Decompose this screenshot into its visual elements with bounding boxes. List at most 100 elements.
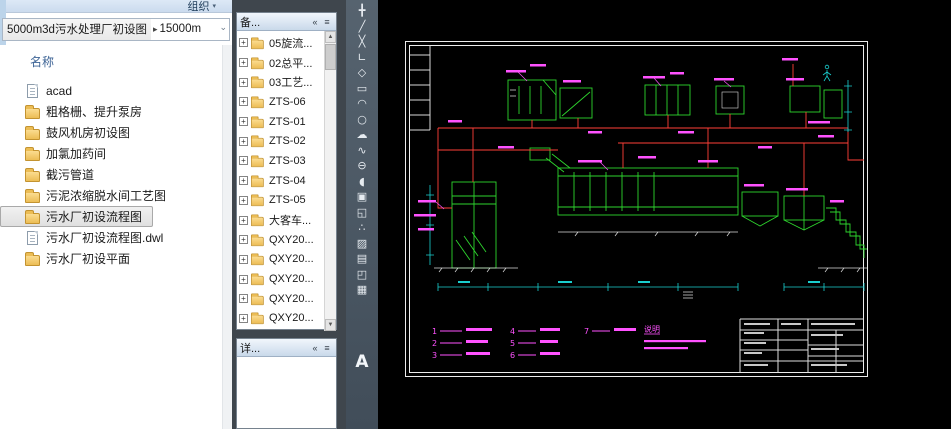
collapse-icon[interactable]: «	[309, 343, 321, 353]
palette-title: 备...	[240, 14, 309, 30]
expand-plus-icon[interactable]: +	[239, 97, 248, 106]
palette-item-label: 大客车...	[269, 212, 311, 228]
folder-icon	[251, 276, 264, 285]
file-name: 污水厂初设流程图.dwl	[46, 229, 163, 246]
table-tool[interactable]: ▦	[348, 282, 376, 298]
spline-tool[interactable]: ∿	[348, 143, 376, 159]
palette-item-label: QXY20...	[269, 253, 314, 265]
expand-plus-icon[interactable]: +	[239, 314, 248, 323]
palette-tree-item[interactable]: + ZTS-05	[239, 191, 322, 211]
expand-plus-icon[interactable]: +	[239, 38, 248, 47]
legend-number: 5	[510, 339, 515, 348]
file-row[interactable]: 污泥浓缩脱水间工艺图	[0, 185, 177, 206]
folder-icon	[251, 296, 264, 305]
expand-plus-icon[interactable]: +	[239, 58, 248, 67]
ground-lines	[434, 90, 867, 298]
region-tool[interactable]: ◰	[348, 267, 376, 283]
palette-tree-item[interactable]: + 大客车...	[239, 210, 322, 230]
palette-item-label: 03工艺...	[269, 74, 312, 90]
palette-tree-item[interactable]: + 05旋流...	[239, 33, 322, 53]
palette-tree-item[interactable]: + QXY20...	[239, 230, 322, 250]
ellipse-tool[interactable]: ⊖	[348, 158, 376, 174]
file-row[interactable]: 截污管道	[0, 164, 105, 185]
palette-tree-item[interactable]: + ZTS-03	[239, 151, 322, 171]
palette-item-label: QXY20...	[269, 234, 314, 246]
file-row[interactable]: 鼓风机房初设图	[0, 122, 141, 143]
expand-plus-icon[interactable]: +	[239, 235, 248, 244]
scrollbar-thumb[interactable]	[325, 44, 336, 70]
expand-plus-icon[interactable]: +	[239, 294, 248, 303]
drawing-canvas[interactable]: 1 2 3 4 5 6 7 说明	[378, 0, 951, 429]
expand-plus-icon[interactable]: +	[239, 216, 248, 225]
file-row[interactable]: 污水厂初设流程图	[0, 206, 153, 227]
revision-cloud-tool[interactable]: ☁	[348, 127, 376, 143]
move-tool[interactable]: ╋	[348, 3, 376, 19]
palette-tree-item[interactable]: + ZTS-01	[239, 112, 322, 132]
file-row[interactable]: 污水厂初设流程图.dwl	[0, 227, 174, 248]
make-block-tool[interactable]: ◱	[348, 205, 376, 221]
point-tool[interactable]: ∴	[348, 220, 376, 236]
mtext-tool[interactable]: A	[348, 350, 376, 376]
scroll-up-icon[interactable]: ▲	[325, 31, 336, 43]
expand-plus-icon[interactable]: +	[239, 78, 248, 87]
file-name: 加氯加药间	[46, 145, 106, 162]
polygon-tool[interactable]: ◇	[348, 65, 376, 81]
palette-tree-item[interactable]: + ZTS-06	[239, 92, 322, 112]
expand-plus-icon[interactable]: +	[239, 196, 248, 205]
palette-item-label: ZTS-04	[269, 175, 306, 187]
line-tool[interactable]: ╱	[348, 19, 376, 35]
folder-icon	[25, 129, 40, 140]
palette-tree-item[interactable]: + QXY20...	[239, 269, 322, 289]
collapse-icon[interactable]: «	[309, 17, 321, 27]
palette-tree-item[interactable]: + QXY20...	[239, 250, 322, 270]
circle-tool[interactable]: ○	[348, 112, 376, 128]
column-header-name[interactable]: 名称	[0, 45, 232, 80]
expand-plus-icon[interactable]: +	[239, 176, 248, 185]
arc-tool[interactable]: ◠	[348, 96, 376, 112]
menu-icon[interactable]: ≡	[321, 17, 333, 27]
palette-tree-item[interactable]: + ZTS-04	[239, 171, 322, 191]
organize-button[interactable]: 组织 ▾	[187, 0, 216, 14]
folder-icon	[251, 315, 264, 324]
breadcrumb[interactable]: 5000m3d污水处理厂初设图 ▸ 15000m ⌄	[2, 18, 230, 41]
palette-tree-item[interactable]: + 03工艺...	[239, 72, 322, 92]
folder-icon	[251, 217, 264, 226]
file-row[interactable]: 加氯加药间	[0, 143, 117, 164]
expand-plus-icon[interactable]: +	[239, 156, 248, 165]
folder-icon	[251, 138, 264, 147]
expand-plus-icon[interactable]: +	[239, 137, 248, 146]
expand-plus-icon[interactable]: +	[239, 255, 248, 264]
construction-line-tool[interactable]: ╳	[348, 34, 376, 50]
breadcrumb-separator-icon: ▸	[151, 24, 160, 35]
file-row[interactable]: acad	[0, 80, 83, 101]
palette-scrollbar[interactable]: ▲ ▼	[324, 31, 336, 331]
palette-tree-item[interactable]: + QXY20...	[239, 309, 322, 329]
file-name: 粗格栅、提升泵房	[46, 103, 142, 120]
revision-table	[410, 46, 431, 131]
expand-plus-icon[interactable]: +	[239, 117, 248, 126]
breadcrumb-segment-folder[interactable]: 5000m3d污水处理厂初设图	[3, 19, 151, 40]
rectangle-tool[interactable]: ▭	[348, 81, 376, 97]
folder-icon	[25, 171, 40, 182]
hatch-tool[interactable]: ▨	[348, 236, 376, 252]
menu-icon[interactable]: ≡	[321, 343, 333, 353]
explorer-scrollbar[interactable]	[222, 45, 232, 429]
palette-item-label: ZTS-02	[269, 135, 306, 147]
address-dropdown-icon[interactable]: ⌄	[219, 22, 227, 33]
file-row[interactable]: 粗格栅、提升泵房	[0, 101, 153, 122]
ellipse-arc-tool[interactable]: ◖	[348, 174, 376, 190]
expand-plus-icon[interactable]: +	[239, 275, 248, 284]
palette-tree-item[interactable]: + ZTS-02	[239, 131, 322, 151]
palette-item-label: ZTS-03	[269, 155, 306, 167]
gradient-tool[interactable]: ▤	[348, 251, 376, 267]
file-list: acad 粗格栅、提升泵房 鼓风机房初设图 加氯加药间 截污管道 污泥浓缩脱水间…	[0, 80, 232, 269]
insert-block-tool[interactable]: ▣	[348, 189, 376, 205]
scroll-down-icon[interactable]: ▼	[325, 319, 336, 331]
file-row[interactable]: 污水厂初设平面	[0, 248, 141, 269]
file-name: 截污管道	[46, 166, 94, 183]
file-name: 鼓风机房初设图	[46, 124, 130, 141]
folder-icon	[25, 213, 40, 224]
palette-tree-item[interactable]: + 02总平...	[239, 53, 322, 73]
polyline-tool[interactable]: ∟	[348, 50, 376, 66]
palette-tree-item[interactable]: + QXY20...	[239, 289, 322, 309]
